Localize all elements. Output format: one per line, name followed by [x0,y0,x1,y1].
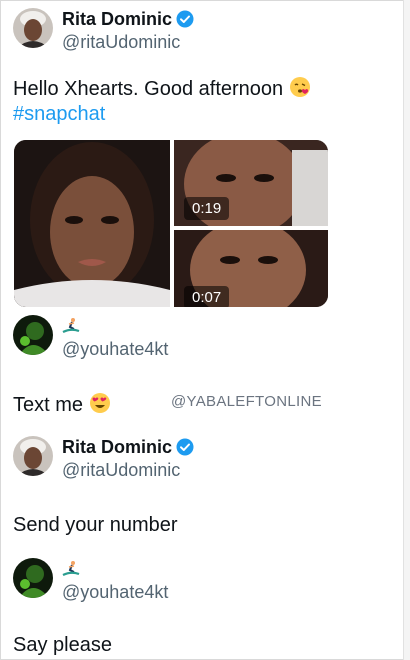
surfer-emoji-icon [62,558,168,580]
post-header: Rita Dominic @ritaUdominic [13,8,194,51]
display-name[interactable]: Rita Dominic [62,10,172,28]
reply-header: @youhate4kt [13,315,168,358]
user-handle[interactable]: @ritaUdominic [62,33,194,51]
scroll-edge [403,0,410,660]
post-text-content: Hello Xhearts. Good afternoon [13,78,284,100]
avatar[interactable] [13,8,53,48]
surfer-emoji-icon [62,315,168,337]
user-handle[interactable]: @youhate4kt [62,583,168,601]
media-video-2[interactable]: 0:07 [174,230,328,307]
display-name[interactable]: Rita Dominic [62,438,172,456]
reply-text: Text me [13,392,111,420]
kissing-face-emoji-icon [289,76,311,104]
reply-header: Rita Dominic @ritaUdominic [13,436,194,479]
heart-eyes-emoji-icon [89,392,111,420]
reply-text: Send your number [13,514,178,536]
watermark: @YABALEFTONLINE [171,393,322,410]
verified-badge-icon [176,10,194,28]
reply-header: @youhate4kt [13,558,168,601]
user-handle[interactable]: @youhate4kt [62,340,168,358]
hashtag-link[interactable]: #snapchat [13,103,105,126]
reply-text: Say please [13,634,112,656]
video-duration: 0:07 [184,286,230,307]
avatar[interactable] [13,558,53,598]
avatar[interactable] [13,436,53,476]
verified-badge-icon [176,438,194,456]
video-duration: 0:19 [184,197,230,220]
avatar[interactable] [13,315,53,355]
reply-text-content: Text me [13,394,84,416]
user-handle[interactable]: @ritaUdominic [62,461,194,479]
media-photo[interactable] [14,140,170,307]
media-video-1[interactable]: 0:19 [174,140,328,226]
post-text: Hello Xhearts. Good afternoon [13,76,311,104]
